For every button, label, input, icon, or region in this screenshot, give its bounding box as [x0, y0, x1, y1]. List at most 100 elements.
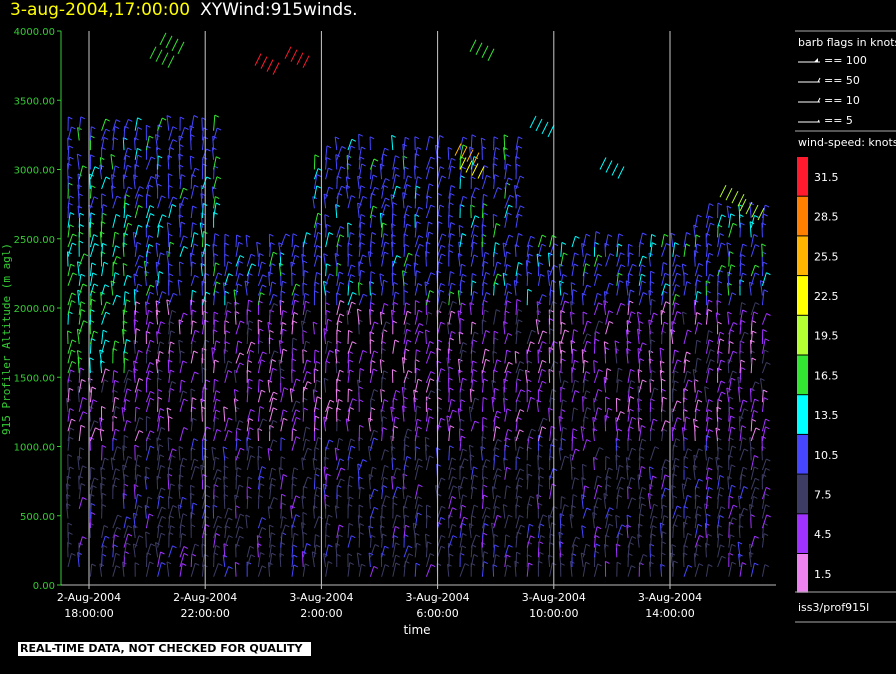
wind-barb-tick	[137, 505, 143, 509]
wind-barb-tick	[362, 459, 367, 462]
wind-barb-tick	[250, 409, 255, 412]
wind-barb-tick	[484, 251, 490, 255]
wind-barb	[615, 417, 618, 432]
wind-barb	[177, 279, 181, 296]
wind-barb	[649, 446, 656, 461]
wind-barb-tick	[629, 252, 634, 256]
wind-barb-tick	[519, 175, 525, 179]
wind-barb-tick	[137, 493, 142, 497]
wind-barb-tick	[282, 348, 288, 352]
wind-barb	[459, 563, 466, 577]
wind-barb	[414, 563, 417, 577]
wind-barb-tick	[766, 514, 771, 518]
wind-barb-tick	[115, 245, 120, 249]
wind-barb-tick	[582, 311, 588, 315]
x-tick-date: 3-Aug-2004	[522, 591, 586, 604]
wind-barb	[761, 436, 763, 451]
wind-barb	[313, 154, 316, 170]
wind-barb-tick	[663, 233, 669, 237]
wind-barb	[459, 378, 464, 393]
wind-barb-tick	[393, 281, 399, 285]
wind-barb-tick	[157, 183, 162, 187]
wind-barb	[134, 225, 139, 238]
wind-barb	[347, 264, 352, 277]
wind-barb-tick	[114, 379, 119, 383]
wind-barb	[525, 260, 528, 277]
wind-barb	[89, 283, 95, 296]
wind-barb-tick	[485, 330, 490, 333]
wind-barb-tick	[318, 516, 323, 520]
wind-barb-tick	[483, 424, 488, 428]
wind-barb-tick	[616, 397, 621, 401]
wind-barb-tick	[764, 349, 769, 353]
wind-barb-tick	[719, 486, 725, 490]
wind-barb	[78, 425, 82, 442]
wind-barb-tick	[594, 338, 600, 342]
wind-barb	[323, 416, 327, 432]
wind-barb-tick	[351, 535, 356, 539]
wind-barb-tick	[105, 176, 111, 180]
wind-barb	[201, 117, 203, 131]
wind-barb-tick	[269, 524, 274, 528]
wind-barb-tick	[596, 526, 602, 530]
wind-barb	[581, 349, 584, 364]
wind-barb-tick	[495, 505, 500, 509]
wind-barb-tick	[348, 456, 354, 460]
wind-barb-tick	[765, 426, 770, 430]
wind-barb	[235, 456, 237, 471]
wind-barb	[89, 126, 92, 141]
wind-barb-tick	[138, 224, 143, 228]
wind-barb-tick	[541, 243, 547, 247]
wind-barb-tick	[316, 174, 322, 178]
wind-barb	[112, 232, 116, 248]
wind-barb	[235, 352, 241, 364]
wind-barb-tick	[473, 474, 478, 478]
wind-barb-tick	[662, 396, 667, 400]
wind-barb-tick	[190, 388, 196, 392]
wind-barb-tick	[202, 367, 207, 371]
wind-barb-tick	[292, 347, 298, 351]
wind-barb-tick	[642, 379, 647, 383]
wind-barb-tick	[385, 495, 390, 499]
wind-barb-tick	[617, 243, 623, 247]
wind-barb-tick	[281, 493, 286, 497]
wind-barb	[235, 513, 241, 529]
wind-barb-tick	[261, 466, 267, 470]
wind-barb-tick	[374, 186, 379, 190]
wind-barb-tick	[239, 273, 244, 276]
y-tick-label: 3000.00	[14, 166, 55, 177]
wind-barb-tick	[337, 243, 342, 247]
wind-barb-tick	[115, 213, 121, 217]
wind-barb-tick	[251, 263, 256, 267]
wind-barb	[437, 535, 442, 548]
wind-barb-tick	[664, 474, 670, 478]
wind-barb-tick	[677, 417, 682, 421]
wind-barb-tick	[508, 234, 514, 238]
wind-barb	[659, 522, 663, 538]
wind-barb	[627, 497, 633, 509]
wind-barb-tick	[215, 533, 221, 536]
wind-barb-tick	[572, 428, 578, 432]
wind-barb-tick	[763, 213, 768, 217]
wind-barb-tick	[92, 485, 97, 489]
wind-barb-tick	[127, 455, 133, 459]
wind-barb	[78, 447, 81, 461]
wind-barb-tick	[128, 369, 133, 373]
wind-barb-tick	[754, 264, 760, 268]
wind-barb-tick	[528, 244, 533, 248]
speed-color-swatch	[797, 355, 808, 395]
wind-barb-tick	[641, 425, 646, 428]
wind-barb-tick	[94, 166, 100, 170]
wind-barb-tick	[539, 466, 544, 470]
wind-barb-tick	[461, 504, 467, 508]
wind-barb-tick	[215, 340, 221, 344]
wind-barb-tick	[449, 202, 454, 206]
wind-barb-tick	[126, 388, 132, 392]
wind-barb-tick	[326, 223, 331, 227]
wind-barb-tick	[619, 486, 624, 490]
wind-barb	[581, 525, 584, 538]
wind-barb-tick	[371, 292, 377, 296]
wind-barb-tick	[721, 391, 726, 395]
wind-barb-tick	[101, 444, 107, 448]
wind-barb	[648, 466, 651, 480]
